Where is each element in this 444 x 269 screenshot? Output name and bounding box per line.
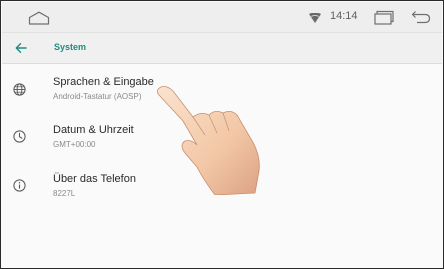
status-bar: 14:14	[2, 2, 442, 33]
home-outline-icon[interactable]	[28, 11, 50, 25]
globe-icon	[13, 83, 26, 96]
settings-item-title: Sprachen & Eingabe	[53, 76, 154, 88]
info-icon	[13, 179, 26, 192]
settings-item-subtitle: Android-Tastatur (AOSP)	[53, 92, 142, 101]
arrow-left-icon[interactable]	[15, 42, 27, 54]
settings-item-subtitle: 8227L	[53, 189, 76, 198]
wifi-icon	[309, 13, 321, 23]
settings-item-title: Datum & Uhrzeit	[53, 124, 134, 136]
settings-item-date-time[interactable]: Datum & Uhrzeit GMT+00:00	[2, 123, 442, 173]
page-title: System	[54, 42, 87, 52]
settings-item-subtitle: GMT+00:00	[53, 140, 96, 149]
clock-icon	[13, 130, 26, 143]
recents-icon[interactable]	[373, 10, 395, 25]
settings-item-title: Über das Telefon	[53, 173, 136, 185]
app-bar: System	[2, 33, 442, 64]
settings-item-languages-input[interactable]: Sprachen & Eingabe Android-Tastatur (AOS…	[2, 76, 442, 126]
settings-item-about-phone[interactable]: Über das Telefon 8227L	[2, 173, 442, 223]
back-arrow-icon[interactable]	[411, 10, 431, 24]
screen-frame: 14:14 System Sprachen & Eingabe Android-…	[0, 0, 444, 269]
status-clock: 14:14	[330, 10, 358, 22]
